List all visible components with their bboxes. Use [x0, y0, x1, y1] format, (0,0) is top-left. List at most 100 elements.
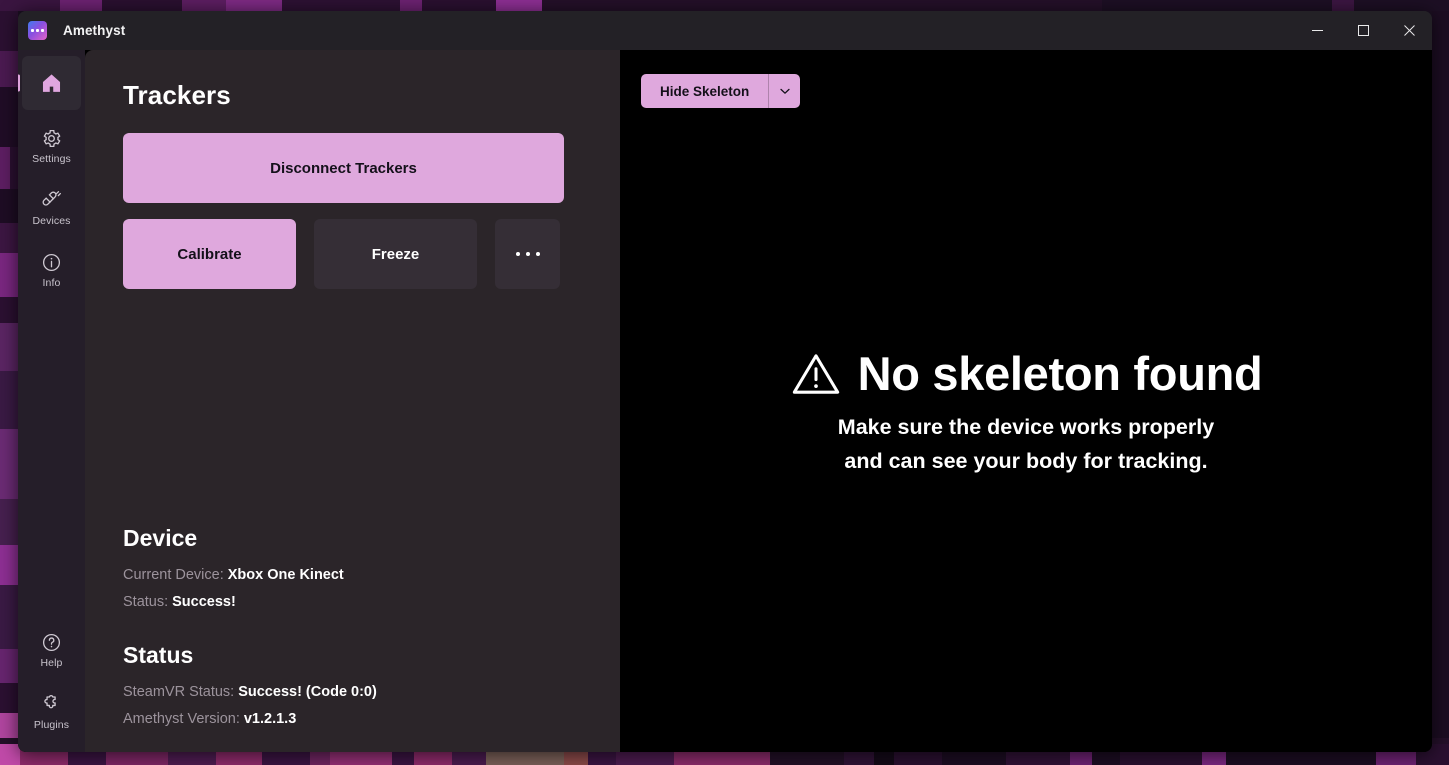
wallpaper-block — [0, 713, 18, 738]
maximize-button[interactable] — [1340, 11, 1386, 50]
empty-state-headline: No skeleton found — [620, 346, 1432, 402]
wallpaper-block — [0, 87, 18, 147]
wallpaper-block — [0, 499, 18, 545]
empty-state-title: No skeleton found — [857, 347, 1263, 400]
amethyst-version-row: Amethyst Version: v1.2.1.3 — [123, 706, 582, 733]
current-device-value: Xbox One Kinect — [227, 567, 344, 583]
window-body: Settings Devices Info Help Plugins Track… — [18, 50, 1432, 752]
skeleton-toggle-split-button: Hide Skeleton — [641, 74, 801, 108]
wallpaper-block — [0, 297, 18, 323]
wallpaper-block — [102, 0, 182, 11]
minimize-icon — [1311, 30, 1323, 31]
sidebar-item-plugins[interactable]: Plugins — [22, 684, 81, 738]
wallpaper-block — [0, 51, 18, 87]
selection-indicator — [18, 74, 20, 92]
more-options-button[interactable] — [495, 219, 560, 289]
status-section-title: Status — [123, 642, 194, 668]
sidebar-item-label: Settings — [32, 153, 71, 165]
amethyst-version-value: v1.2.1.3 — [243, 711, 297, 727]
wallpaper-block — [60, 0, 102, 11]
chevron-down-icon — [780, 88, 790, 94]
desktop-background: Amethyst Settings Devices Info Help Plug… — [0, 0, 1449, 765]
window-controls — [1294, 11, 1432, 50]
device-status-label: Status: — [123, 594, 169, 610]
status-section: Status SteamVR Status: Success! (Code 0:0… — [123, 642, 582, 733]
device-section: Device Current Device: Xbox One Kinect St… — [123, 525, 582, 616]
wallpaper-block — [542, 0, 1102, 11]
wallpaper-block — [422, 0, 496, 11]
warning-triangle-icon — [792, 354, 839, 394]
wallpaper-block — [282, 0, 400, 11]
wallpaper-block — [1432, 11, 1449, 738]
sidebar-item-label: Help — [40, 657, 63, 669]
sidebar-item-devices[interactable]: Devices — [22, 180, 81, 234]
skeleton-preview-pane: Hide Skeleton No skeleton found Make sur… — [620, 50, 1432, 752]
steamvr-status-row: SteamVR Status: Success! (Code 0:0) — [123, 679, 582, 706]
sidebar-bottom-group: Help Plugins — [22, 622, 81, 752]
wallpaper-block — [0, 683, 18, 713]
trackers-pane: Trackers Disconnect Trackers Calibrate F… — [85, 50, 620, 752]
close-button[interactable] — [1386, 11, 1432, 50]
wallpaper-block — [0, 147, 10, 189]
navigation-sidebar: Settings Devices Info Help Plugins — [18, 50, 85, 752]
wallpaper-block — [0, 189, 18, 223]
wallpaper-block — [0, 429, 18, 499]
wallpaper-block — [182, 0, 226, 11]
wallpaper-block — [0, 545, 18, 585]
wallpaper-block — [0, 11, 18, 51]
question-circle-icon — [41, 629, 62, 655]
app-window: Amethyst Settings Devices Info Help Plug… — [18, 11, 1432, 752]
puzzle-piece-icon — [41, 691, 62, 717]
ellipsis-icon — [515, 252, 540, 256]
wallpaper-block — [0, 323, 18, 371]
sidebar-item-help[interactable]: Help — [22, 622, 81, 676]
info-circle-icon — [41, 249, 62, 275]
wallpaper-block — [0, 649, 18, 683]
freeze-button[interactable]: Freeze — [314, 219, 477, 289]
wallpaper-block — [0, 371, 18, 429]
wallpaper-block — [400, 0, 422, 11]
wallpaper-block — [226, 0, 282, 11]
wallpaper-block — [0, 223, 18, 253]
device-status-row: Status: Success! — [123, 589, 582, 616]
devices-plug-icon — [41, 187, 62, 213]
steamvr-status-value: Success! (Code 0:0) — [238, 684, 377, 700]
gear-icon — [41, 125, 62, 151]
amethyst-dots-logo-icon — [28, 21, 47, 40]
disconnect-trackers-button[interactable]: Disconnect Trackers — [123, 133, 564, 203]
device-section-title: Device — [123, 525, 198, 551]
skeleton-dropdown-button[interactable] — [768, 74, 801, 108]
tracker-action-row: Calibrate Freeze — [123, 219, 582, 289]
wallpaper-block — [0, 585, 18, 649]
steamvr-status-label: SteamVR Status: — [123, 684, 235, 700]
calibrate-button[interactable]: Calibrate — [123, 219, 296, 289]
sidebar-item-settings[interactable]: Settings — [22, 118, 81, 172]
wallpaper-block — [1354, 0, 1449, 11]
close-icon — [1403, 25, 1415, 36]
page-title: Trackers — [123, 80, 231, 110]
empty-state-line-2: and can see your body for tracking. — [844, 449, 1208, 473]
wallpaper-block — [0, 253, 18, 297]
current-device-row: Current Device: Xbox One Kinect — [123, 562, 582, 589]
empty-state-description: Make sure the device works properly and … — [620, 410, 1432, 478]
wallpaper-block — [1102, 0, 1332, 11]
hide-skeleton-button[interactable]: Hide Skeleton — [641, 74, 769, 108]
sidebar-item-info[interactable]: Info — [22, 242, 81, 296]
sidebar-item-label: Info — [42, 277, 61, 289]
maximize-icon — [1357, 25, 1369, 36]
empty-state: No skeleton found Make sure the device w… — [620, 346, 1432, 478]
minimize-button[interactable] — [1294, 11, 1340, 50]
wallpaper-block — [0, 0, 60, 11]
sidebar-item-home[interactable] — [18, 56, 81, 110]
title-bar[interactable]: Amethyst — [18, 11, 1432, 50]
app-title: Amethyst — [63, 23, 126, 38]
sidebar-item-label: Devices — [32, 215, 71, 227]
home-icon — [40, 70, 63, 96]
wallpaper-block — [0, 744, 20, 765]
empty-state-line-1: Make sure the device works properly — [837, 415, 1215, 439]
wallpaper-block — [1332, 0, 1354, 11]
wallpaper-block — [496, 0, 542, 11]
device-status-value: Success! — [172, 594, 236, 610]
wallpaper-block — [10, 147, 18, 189]
sidebar-item-label: Plugins — [33, 719, 70, 731]
